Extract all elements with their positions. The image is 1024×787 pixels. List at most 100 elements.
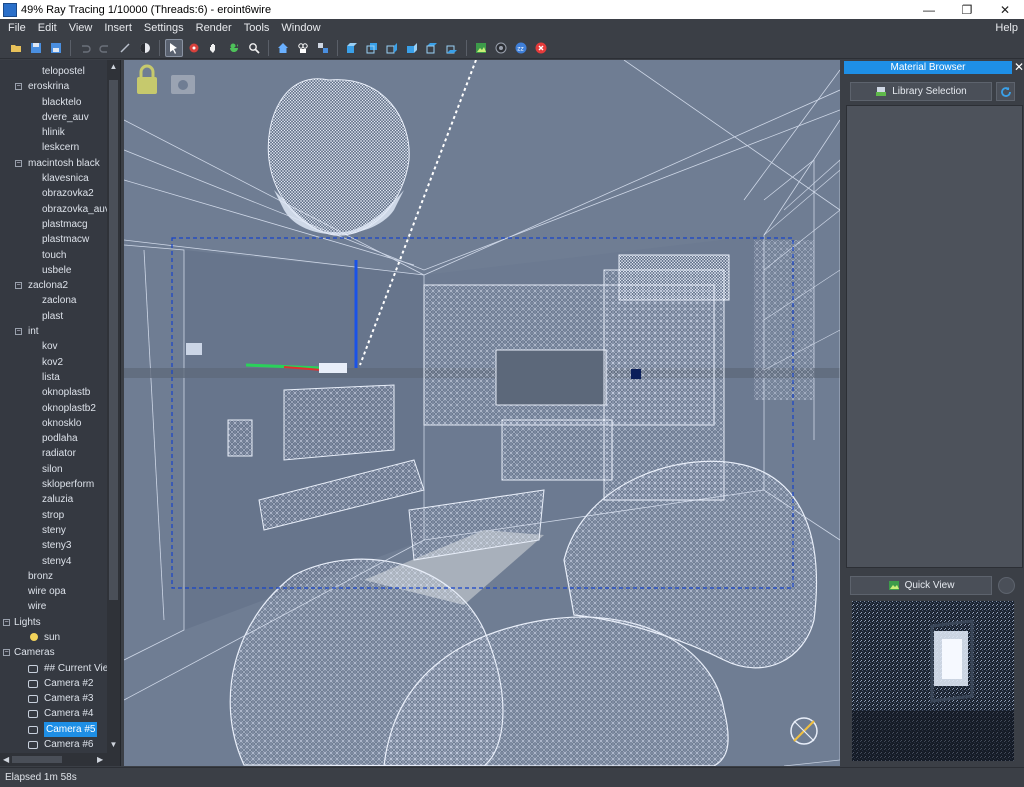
select-button[interactable]	[165, 38, 183, 57]
tree-item[interactable]: obrazovka2	[0, 186, 107, 201]
view-front-button[interactable]	[343, 39, 361, 57]
tree-item[interactable]: leskcern	[0, 140, 107, 155]
tree-item[interactable]: strop	[0, 508, 107, 523]
quick-view-button[interactable]: Quick View	[850, 576, 992, 595]
tree-item[interactable]: telopostel	[0, 64, 107, 79]
tree-item[interactable]: steny	[0, 523, 107, 538]
view-top-button[interactable]	[423, 39, 441, 57]
tree-item[interactable]: − zaclona2	[0, 278, 107, 293]
tree-item[interactable]: hlinik	[0, 125, 107, 140]
expand-toggle-icon[interactable]: −	[3, 618, 10, 626]
tree-item[interactable]: oknoplastb	[0, 385, 107, 400]
refresh-button[interactable]	[996, 82, 1015, 101]
menu-view[interactable]: View	[63, 22, 99, 34]
tree-item[interactable]: radiator	[0, 446, 107, 461]
tree-item[interactable]: silon	[0, 462, 107, 477]
expand-toggle-icon[interactable]: −	[15, 159, 22, 167]
tree-item[interactable]: kov2	[0, 355, 107, 370]
tree-item[interactable]: lista	[0, 370, 107, 385]
link-button[interactable]	[116, 39, 134, 57]
scroll-right-icon[interactable]: ▶	[97, 755, 103, 764]
open-button[interactable]	[7, 39, 25, 57]
3d-viewport[interactable]	[124, 60, 840, 766]
tree-item[interactable]: − macintosh black	[0, 156, 107, 171]
expand-toggle-icon[interactable]: −	[15, 328, 22, 336]
tree-item[interactable]: − eroskrina	[0, 79, 107, 94]
tree-item[interactable]: dvere_auv	[0, 110, 107, 125]
camera-cycle-button[interactable]	[314, 39, 332, 57]
menu-tools[interactable]: Tools	[238, 22, 276, 34]
tree-item[interactable]: wire	[0, 599, 107, 614]
tree-item[interactable]: blacktelo	[0, 95, 107, 110]
render-button[interactable]	[472, 39, 490, 57]
tree-item[interactable]: − Cameras	[0, 645, 107, 660]
rotate-button[interactable]	[225, 39, 243, 57]
tree-item[interactable]: podlaha	[0, 431, 107, 446]
pick-button[interactable]	[185, 39, 203, 57]
save-button[interactable]	[27, 39, 45, 57]
tree-item[interactable]: touch	[0, 248, 107, 263]
tree-item[interactable]: Camera #4	[0, 706, 107, 721]
tree-vertical-scrollbar[interactable]: ▲ ▼	[107, 60, 120, 766]
tree-item[interactable]: oknosklo	[0, 416, 107, 431]
scroll-up-icon[interactable]: ▲	[109, 62, 118, 71]
tree-item[interactable]: obrazovka_auv	[0, 202, 110, 217]
tree-item[interactable]: − int	[0, 324, 107, 339]
menu-file[interactable]: File	[2, 22, 32, 34]
minimize-button[interactable]: —	[910, 0, 948, 19]
expand-toggle-icon[interactable]: −	[3, 649, 10, 657]
menu-render[interactable]: Render	[190, 22, 238, 34]
tree-item[interactable]: kov	[0, 339, 107, 354]
save-as-button[interactable]	[47, 39, 65, 57]
library-selection-button[interactable]: Library Selection	[850, 82, 992, 101]
settings-button[interactable]	[492, 39, 510, 57]
sleep-button[interactable]: zz	[512, 39, 530, 57]
tree-item[interactable]: steny4	[0, 554, 107, 569]
expand-toggle-icon[interactable]: −	[15, 282, 22, 290]
camera-add-button[interactable]	[294, 39, 312, 57]
scroll-down-icon[interactable]: ▼	[109, 740, 118, 749]
menu-edit[interactable]: Edit	[32, 22, 63, 34]
tree-item[interactable]: plastmacw	[0, 232, 107, 247]
tree-item[interactable]: plastmacg	[0, 217, 107, 232]
shading-button[interactable]	[136, 39, 154, 57]
view-back-button[interactable]	[363, 39, 381, 57]
close-button[interactable]: ✕	[986, 0, 1024, 19]
tree-item[interactable]: skloperform	[0, 477, 107, 492]
quick-view-options-icon[interactable]	[998, 577, 1015, 594]
zoom-button[interactable]	[245, 39, 263, 57]
material-library-area[interactable]	[846, 105, 1023, 568]
tree-item[interactable]: Camera #3	[0, 691, 107, 706]
tree-item[interactable]: klavesnica	[0, 171, 107, 186]
tree-item[interactable]: sun	[0, 630, 107, 645]
view-left-button[interactable]	[383, 39, 401, 57]
view-right-button[interactable]	[403, 39, 421, 57]
undo-button[interactable]	[76, 39, 94, 57]
tree-item[interactable]: zaluzia	[0, 492, 107, 507]
tree-item[interactable]: oknoplastb2	[0, 401, 107, 416]
scroll-left-icon[interactable]: ◀	[3, 755, 9, 764]
tree-item[interactable]: Camera #6	[0, 737, 107, 752]
menu-window[interactable]: Window	[275, 22, 326, 34]
tree-item[interactable]: bronz	[0, 569, 107, 584]
tree-item[interactable]: Camera #5	[0, 721, 107, 738]
tree-hscroll-thumb[interactable]	[12, 756, 62, 763]
pan-button[interactable]	[205, 39, 223, 57]
menu-insert[interactable]: Insert	[98, 22, 138, 34]
tree-item[interactable]: zaclona	[0, 293, 107, 308]
tree-item[interactable]: wire opa	[0, 584, 107, 599]
view-bottom-button[interactable]	[443, 39, 461, 57]
stop-button[interactable]	[532, 39, 550, 57]
tree-horizontal-scrollbar[interactable]: ◀ ▶	[0, 753, 108, 766]
camera-lock-icon[interactable]	[171, 75, 195, 94]
tree-item[interactable]: usbele	[0, 263, 107, 278]
tree-item[interactable]: plast	[0, 309, 107, 324]
menu-settings[interactable]: Settings	[138, 22, 190, 34]
tree-item[interactable]: Camera #2	[0, 676, 107, 691]
close-icon[interactable]: ✕	[1014, 60, 1024, 74]
menu-help[interactable]: Help	[989, 22, 1024, 34]
tree-item[interactable]: ## Current View	[0, 661, 116, 676]
expand-toggle-icon[interactable]: −	[15, 83, 22, 91]
tree-scroll-thumb[interactable]	[109, 80, 118, 600]
maximize-button[interactable]: ❐	[948, 0, 986, 19]
